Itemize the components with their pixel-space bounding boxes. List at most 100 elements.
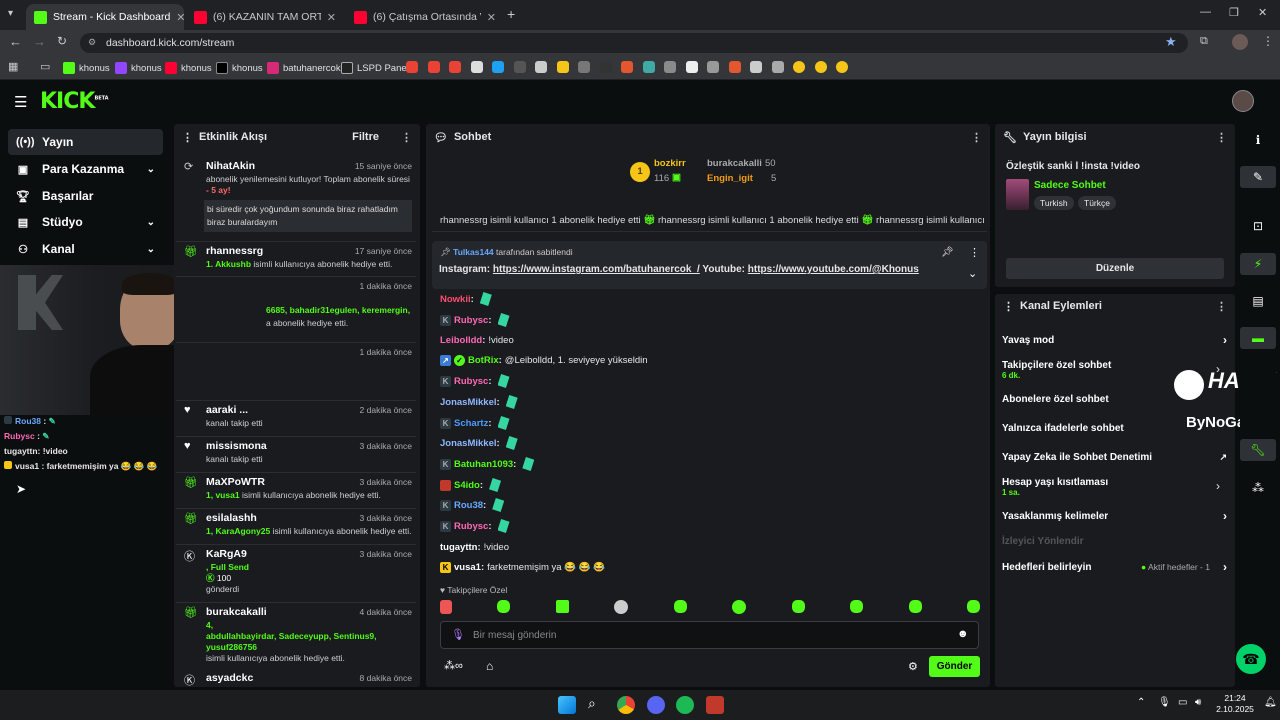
bookmark-icon[interactable]: [514, 61, 526, 73]
edit-stream-info-button[interactable]: Düzenle: [1006, 258, 1224, 279]
user-avatar[interactable]: [1232, 90, 1254, 112]
bookmark-gmail-icon[interactable]: [449, 61, 461, 73]
bookmark-khonus-x[interactable]: khonus: [216, 60, 263, 76]
sidebar-item-studyo[interactable]: ▤ Stüdyo ⌄: [8, 209, 163, 235]
event-user[interactable]: MaXPoWTR: [206, 476, 265, 488]
event-user[interactable]: rhannessrg: [206, 245, 263, 257]
chat-username[interactable]: Rou38: [454, 500, 483, 511]
close-tab-icon[interactable]: ✕: [481, 11, 496, 24]
chrome-icon[interactable]: [617, 696, 635, 714]
volume-icon[interactable]: 🔊︎: [1195, 697, 1201, 708]
event-user[interactable]: KaRgA9: [206, 548, 247, 560]
clock[interactable]: 21:24 2.10.2025: [1212, 693, 1258, 715]
chat-username[interactable]: BotRix: [468, 355, 499, 366]
leader-name[interactable]: bozkirr: [654, 158, 686, 169]
windows-start-icon[interactable]: [558, 696, 576, 714]
chat-settings-icon[interactable]: ⚙: [908, 660, 918, 673]
bookmark-icon[interactable]: [707, 61, 719, 73]
profile-avatar[interactable]: [1232, 34, 1248, 50]
reload-icon[interactable]: ↻: [57, 34, 67, 48]
tab-youtube-2[interactable]: (6) Çatışma Ortasında Vurulan ✕: [346, 4, 504, 30]
minimize-window-icon[interactable]: —: [1200, 6, 1211, 18]
close-tab-icon[interactable]: ✕: [170, 11, 184, 24]
bookmark-khonus-kick[interactable]: khonus: [63, 60, 110, 76]
microphone-icon[interactable]: 🎙︎: [451, 628, 465, 641]
forward-icon[interactable]: →: [33, 34, 46, 49]
sidebar-item-yayin[interactable]: ((•)) Yayın: [8, 129, 163, 155]
event-user[interactable]: missismona: [206, 440, 267, 452]
store-icon[interactable]: ⌂: [486, 659, 493, 673]
panel-menu-icon[interactable]: ⋮: [1216, 300, 1227, 313]
sidebar-item-kanal[interactable]: ⚇ Kanal ⌄: [8, 236, 163, 262]
bookmark-icon[interactable]: [729, 61, 741, 73]
action-ai-moderation[interactable]: Yapay Zeka ile Sohbet Denetimi ↗: [1002, 443, 1227, 471]
bookmark-icon[interactable]: [621, 61, 633, 73]
panel-menu-icon[interactable]: ⋮: [401, 131, 412, 144]
emote-icon[interactable]: [555, 600, 569, 613]
chat-username[interactable]: Batuhan1093: [454, 459, 513, 470]
bookmark-icon[interactable]: [578, 61, 590, 73]
event-user[interactable]: NihatAkin: [206, 160, 255, 172]
chat-username[interactable]: Leibolldd: [440, 335, 482, 346]
emote-icon[interactable]: [614, 600, 629, 614]
bookmark-icon[interactable]: [471, 61, 483, 73]
network-icon[interactable]: ▭: [1178, 697, 1187, 708]
site-info-icon[interactable]: ⚙: [88, 37, 96, 48]
youtube-link[interactable]: https://www.youtube.com/@Khonus: [748, 264, 919, 275]
bookmark-icon[interactable]: [492, 61, 504, 73]
info-icon[interactable]: ℹ: [1240, 129, 1276, 151]
leader-name[interactable]: burakcakalli: [707, 158, 762, 169]
leader-name[interactable]: Engin_igit: [707, 173, 753, 184]
bookmark-icon[interactable]: [535, 61, 547, 73]
bookmark-icon[interactable]: [750, 61, 762, 73]
tab-search-icon[interactable]: ▾: [8, 8, 13, 19]
emote-icon[interactable]: [966, 600, 980, 613]
discord-icon[interactable]: [647, 696, 665, 714]
tab-kick-dashboard[interactable]: Stream - Kick Dashboard ✕: [26, 4, 184, 30]
help-button[interactable]: ☎︎: [1236, 644, 1266, 674]
extensions-icon[interactable]: ⧉: [1200, 35, 1208, 48]
message-input[interactable]: 🎙︎ Bir mesaj gönderin ☻: [440, 621, 979, 649]
bookmark-gmail-icon[interactable]: [406, 61, 418, 73]
chat-username[interactable]: S4ido: [454, 480, 480, 491]
action-banned-words[interactable]: Yasaklanmış kelimeler ›: [1002, 502, 1227, 530]
chat-username[interactable]: tugayttn: [440, 542, 477, 553]
send-button[interactable]: Gönder: [929, 656, 980, 677]
emote-icon[interactable]: [440, 600, 452, 614]
emote-icon[interactable]: [673, 600, 687, 613]
bookmark-khonus-twitch[interactable]: khonus: [115, 60, 162, 76]
sidebar-item-basarilar[interactable]: 🏆︎ Başarılar: [8, 183, 163, 209]
bookmark-icon[interactable]: [772, 61, 784, 73]
emote-icon[interactable]: [791, 600, 805, 613]
tray-chevron-icon[interactable]: ⌃: [1137, 697, 1145, 708]
hamburger-menu-icon[interactable]: ☰: [14, 93, 27, 111]
tag[interactable]: Turkish: [1034, 196, 1074, 210]
chat-username[interactable]: JonasMikkel: [440, 438, 497, 449]
emote-icon[interactable]: [732, 600, 747, 614]
bookmark-instagram[interactable]: batuhanercok: [267, 60, 341, 76]
category-name[interactable]: Sadece Sohbet: [1034, 180, 1106, 191]
app-icon[interactable]: [706, 696, 724, 714]
bookmark-icon[interactable]: [557, 61, 569, 73]
chat-username[interactable]: Rubysc: [454, 315, 488, 326]
notes-icon[interactable]: ▤: [1240, 290, 1276, 312]
sidebar-item-para-kazanma[interactable]: ▣ Para Kazanma ⌄: [8, 156, 163, 182]
drag-handle-icon[interactable]: ⋮: [1003, 300, 1014, 313]
browser-menu-icon[interactable]: ⋮: [1262, 34, 1274, 48]
chat-username[interactable]: vusa1: [454, 562, 481, 573]
bookmark-icon[interactable]: [664, 61, 676, 73]
action-host-viewers[interactable]: İzleyici Yönlendir: [1002, 527, 1227, 555]
chat-icon[interactable]: ▬: [1240, 327, 1276, 349]
bookmark-icon[interactable]: [793, 61, 805, 73]
lightning-icon[interactable]: ⚡︎: [1240, 253, 1276, 275]
folder-icon[interactable]: ▭: [40, 60, 50, 73]
wrench-icon[interactable]: 🔧︎: [1240, 439, 1276, 461]
chat-username[interactable]: Rubysc: [454, 521, 488, 532]
chat-menu-icon[interactable]: ⋮: [971, 131, 982, 144]
bookmark-star-icon[interactable]: ★: [1165, 34, 1177, 50]
emote-icon[interactable]: [908, 600, 922, 613]
screenshot-icon[interactable]: ⊡: [1240, 215, 1276, 237]
drag-handle-icon[interactable]: ⋮: [182, 131, 193, 144]
action-account-age[interactable]: Hesap yaşı kısıtlaması 1 sa.: [1002, 473, 1227, 501]
event-user[interactable]: asyadckc: [206, 672, 253, 684]
